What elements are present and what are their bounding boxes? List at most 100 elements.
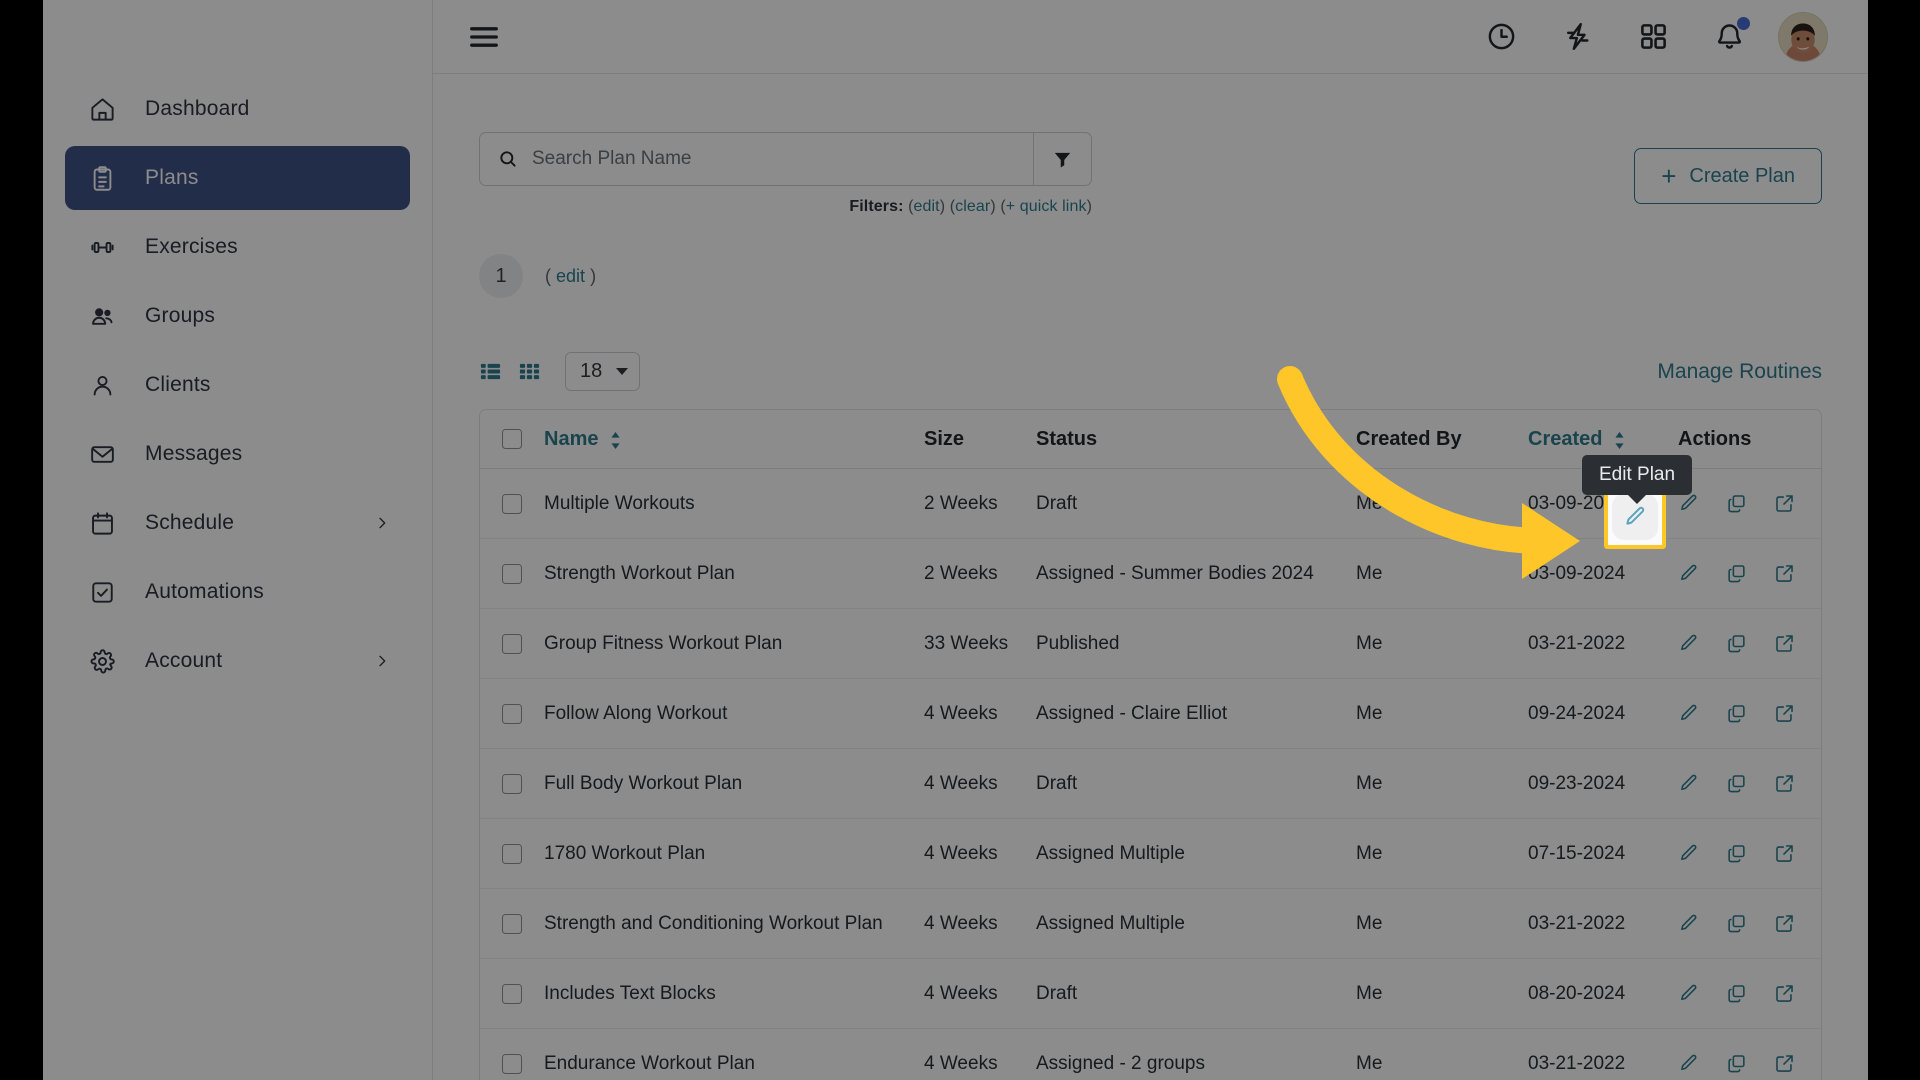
select-all-checkbox[interactable] [502,429,522,449]
sidebar-item-account[interactable]: Account [65,629,410,693]
row-size: 4 Weeks [924,773,1036,795]
row-checkbox[interactable] [502,1054,522,1074]
pencil-icon [1623,505,1647,529]
row-checkbox[interactable] [502,634,522,654]
external-link-icon [1774,1053,1795,1074]
table-row[interactable]: Follow Along Workout4 WeeksAssigned - Cl… [480,679,1821,749]
create-plan-button[interactable]: + Create Plan [1634,148,1822,204]
sidebar-item-dashboard[interactable]: Dashboard [65,77,410,141]
pencil-icon [1678,493,1699,514]
row-checkbox[interactable] [502,914,522,934]
result-count-row: 1 ( edit ) [479,254,1822,298]
row-name: Group Fitness Workout Plan [544,633,924,655]
sidebar-item-groups[interactable]: Groups [65,284,410,348]
column-label: Created [1528,428,1602,450]
bell-icon[interactable] [1712,20,1746,54]
open-plan-action[interactable] [1774,563,1795,584]
row-checkbox[interactable] [502,564,522,584]
row-checkbox[interactable] [502,704,522,724]
avatar-photo [1779,13,1827,61]
manage-routines-link[interactable]: Manage Routines [1657,360,1822,384]
sidebar-item-label: Exercises [145,235,238,259]
letterbox-right [1868,0,1920,1080]
row-created-by: Me [1356,983,1528,1005]
search-input[interactable] [532,148,1033,170]
grid-apps-icon[interactable] [1636,20,1670,54]
duplicate-plan-action[interactable] [1726,913,1747,934]
column-header-name[interactable]: Name [544,428,924,451]
table-row[interactable]: Full Body Workout Plan4 WeeksDraftMe09-2… [480,749,1821,819]
lightning-icon[interactable] [1560,20,1594,54]
edit-plan-action[interactable] [1678,703,1699,724]
edit-plan-action[interactable] [1678,913,1699,934]
edit-plan-action[interactable] [1678,493,1699,514]
duplicate-plan-action[interactable] [1726,773,1747,794]
page-size-select[interactable]: 18 [565,352,640,391]
row-status: Draft [1036,773,1356,795]
duplicate-plan-action[interactable] [1726,563,1747,584]
search-box[interactable] [480,133,1033,185]
table-row[interactable]: Endurance Workout Plan4 WeeksAssigned - … [480,1029,1821,1080]
open-plan-action[interactable] [1774,633,1795,654]
duplicate-plan-action[interactable] [1726,633,1747,654]
open-plan-action[interactable] [1774,983,1795,1004]
pencil-icon [1678,703,1699,724]
open-plan-action[interactable] [1774,773,1795,794]
table-row[interactable]: Group Fitness Workout Plan33 WeeksPublis… [480,609,1821,679]
count-edit-link[interactable]: edit [556,266,585,286]
row-checkbox[interactable] [502,984,522,1004]
duplicate-plan-action[interactable] [1726,1053,1747,1074]
duplicate-plan-action[interactable] [1726,493,1747,514]
sidebar-item-automations[interactable]: Automations [65,560,410,624]
row-checkbox[interactable] [502,844,522,864]
table-row[interactable]: Strength and Conditioning Workout Plan4 … [480,889,1821,959]
row-action-group [1678,913,1799,934]
edit-plan-action[interactable] [1678,563,1699,584]
paren-open: ( [545,266,551,286]
filter-button[interactable] [1033,133,1091,185]
sidebar-item-plans[interactable]: Plans [65,146,410,210]
funnel-icon [1052,149,1073,170]
duplicate-plan-action[interactable] [1726,843,1747,864]
row-checkbox[interactable] [502,774,522,794]
user-avatar[interactable] [1778,12,1828,62]
sidebar-item-messages[interactable]: Messages [65,422,410,486]
column-header-created[interactable]: Created [1528,428,1678,451]
row-checkbox[interactable] [502,494,522,514]
filters-clear-link[interactable]: clear [955,198,990,215]
open-plan-action[interactable] [1774,843,1795,864]
table-row[interactable]: 1780 Workout Plan4 WeeksAssigned Multipl… [480,819,1821,889]
clock-icon[interactable] [1484,20,1518,54]
filters-edit-link[interactable]: edit [914,198,940,215]
edit-plan-action[interactable] [1678,1053,1699,1074]
grid-view-icon[interactable] [518,360,541,383]
open-plan-action[interactable] [1774,1053,1795,1074]
sidebar-item-schedule[interactable]: Schedule [65,491,410,555]
table-row[interactable]: Strength Workout Plan2 WeeksAssigned - S… [480,539,1821,609]
edit-plan-action[interactable] [1678,983,1699,1004]
list-view-icon[interactable] [479,360,502,383]
clipboard-icon [85,161,119,195]
open-plan-action[interactable] [1774,703,1795,724]
row-status: Assigned Multiple [1036,843,1356,865]
external-link-icon [1774,983,1795,1004]
open-plan-action[interactable] [1774,493,1795,514]
open-plan-action[interactable] [1774,913,1795,934]
row-action-group [1678,773,1799,794]
sidebar-item-clients[interactable]: Clients [65,353,410,417]
filters-quick-link[interactable]: + quick link [1006,198,1087,215]
row-created: 03-09-2024 [1528,563,1678,585]
paren-close: ) [940,198,945,215]
row-created: 07-15-2024 [1528,843,1678,865]
table-row[interactable]: Includes Text Blocks4 WeeksDraftMe08-20-… [480,959,1821,1029]
edit-plan-action[interactable] [1678,633,1699,654]
edit-plan-action[interactable] [1678,843,1699,864]
duplicate-plan-action[interactable] [1726,703,1747,724]
edit-plan-action[interactable] [1678,773,1699,794]
page-size-value: 18 [580,360,602,383]
copy-icon [1726,633,1747,654]
row-status: Draft [1036,493,1356,515]
hamburger-icon[interactable] [467,22,501,52]
duplicate-plan-action[interactable] [1726,983,1747,1004]
sidebar-item-exercises[interactable]: Exercises [65,215,410,279]
